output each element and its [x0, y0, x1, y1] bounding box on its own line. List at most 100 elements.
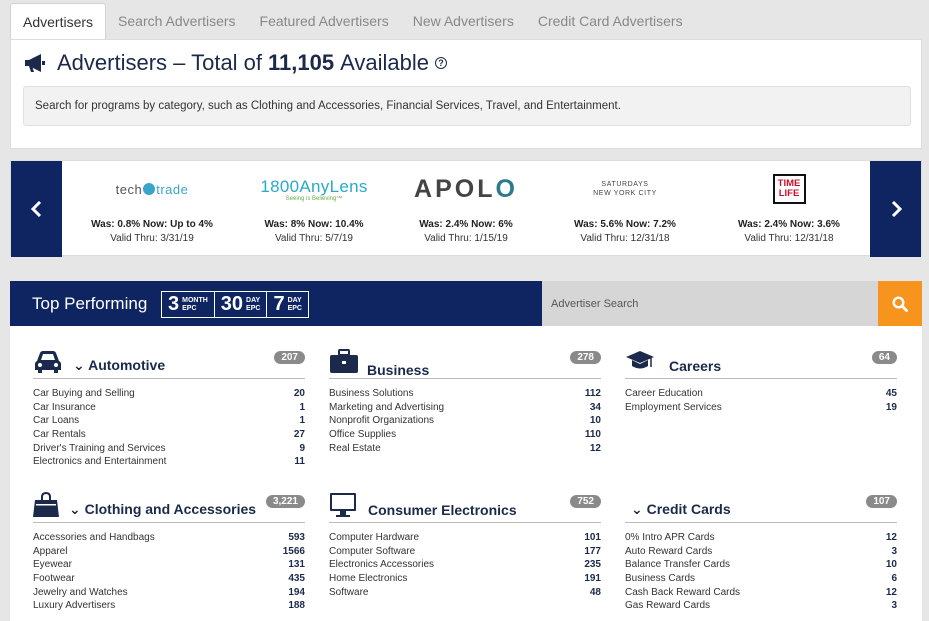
valid-thru: Valid Thru: 1/15/19 [424, 233, 508, 244]
shopping-bag-icon [33, 492, 59, 517]
logo-saturdays: SATURDAYS NEW YORK CITY [593, 181, 657, 197]
category-name[interactable]: Consumer Electronics [368, 502, 517, 518]
subcategory-row[interactable]: Footwear 435 [33, 573, 305, 587]
category-clothing-and-accessories: ⌄ Clothing and Accessories 3,221 Accesso… [33, 492, 305, 614]
subcategory-row[interactable]: Employment Services 19 [625, 402, 897, 416]
carousel-card-saturdays[interactable]: SATURDAYS NEW YORK CITY Was: 5.6% Now: 7.… [550, 161, 700, 257]
subcategory-row[interactable]: Computer Software 177 [329, 546, 601, 560]
subcategory-row[interactable]: Electronics and Entertainment 11 [33, 456, 305, 470]
carousel-card-timelife[interactable]: TIME LIFE Was: 2.4% Now: 3.6% Valid Thru:… [714, 161, 864, 257]
count-badge: 107 [866, 495, 897, 508]
subcategory-row[interactable]: Nonprofit Organizations 10 [329, 415, 601, 429]
tab-credit-card-advertisers[interactable]: Credit Card Advertisers [526, 3, 695, 39]
subcategory-row[interactable]: Marketing and Advertising 34 [329, 402, 601, 416]
subcategory-row[interactable]: Car Insurance 1 [33, 402, 305, 416]
epc-7-day-button[interactable]: 7 DAY EPC [267, 292, 308, 317]
epc-period-selector: 3 MONTH EPC 30 DAY EPC 7 DAY EPC [161, 291, 309, 318]
page-title: Advertisers – Total of 11,105 Available … [23, 50, 447, 76]
count-badge: 752 [570, 495, 601, 508]
tab-advertisers[interactable]: Advertisers [10, 3, 107, 39]
epc-30-day-button[interactable]: 30 DAY EPC [215, 292, 268, 317]
subcategory-row[interactable]: Car Rentals 27 [33, 429, 305, 443]
carousel-card-apollo[interactable]: APOLO Was: 2.4% Now: 6% Valid Thru: 1/15… [391, 161, 541, 257]
subcategory-row[interactable]: Electronics Accessories 235 [329, 559, 601, 573]
search-button[interactable] [878, 281, 922, 326]
epc-3-month-button[interactable]: 3 MONTH EPC [162, 292, 215, 317]
logo-1800anylens: 1800AnyLens Seeing is Believing™ [260, 176, 368, 202]
category-automotive: ⌄ Automotive 207 Car Buying and Selling 2… [33, 349, 305, 470]
carousel-card-1800anylens[interactable]: 1800AnyLens Seeing is Believing™ Was: 8% … [239, 161, 389, 257]
category-panel: ⌄ Automotive 207 Car Buying and Selling 2… [10, 326, 922, 621]
subcategory-row[interactable]: Cash Back Reward Cards 12 [625, 587, 897, 601]
carousel-prev-button[interactable] [11, 161, 62, 257]
subcategory-row[interactable]: Business Solutions 112 [329, 388, 601, 402]
title-suffix: Available [340, 50, 429, 75]
header-panel: Advertisers – Total of 11,105 Available … [10, 39, 922, 149]
graduation-cap-icon [626, 351, 654, 369]
advertiser-search-input[interactable] [542, 281, 878, 326]
category-consumer-electronics: Consumer Electronics 752 Computer Hardwa… [329, 493, 601, 600]
subcategory-row[interactable]: Software 48 [329, 587, 601, 601]
valid-thru: Valid Thru: 12/31/18 [580, 233, 670, 244]
offer-text: Was: 2.4% Now: 3.6% [738, 219, 840, 230]
category-name[interactable]: Business [367, 362, 429, 378]
logo-techtrade: tech trade [115, 181, 189, 197]
offer-text: Was: 0.8% Now: Up to 4% [91, 219, 213, 230]
megaphone-icon [25, 54, 45, 72]
subcategory-row[interactable]: Car Buying and Selling 20 [33, 388, 305, 402]
subcategory-row[interactable]: Luxury Advertisers 188 [33, 600, 305, 614]
subcategory-row[interactable]: Car Loans 1 [33, 415, 305, 429]
subcategory-row[interactable]: Jewelry and Watches 194 [33, 587, 305, 601]
featured-carousel: tech trade Was: 0.8% Now: Up to 4% Valid … [10, 160, 922, 257]
subcategory-row[interactable]: Apparel 1566 [33, 546, 305, 560]
subcategory-row[interactable]: Real Estate 12 [329, 443, 601, 457]
count-badge: 207 [274, 351, 305, 364]
search-icon [892, 295, 908, 312]
logo-apollo: APOLO [414, 174, 518, 203]
subcategory-row[interactable]: Business Cards 6 [625, 573, 897, 587]
subcategory-row[interactable]: Driver's Training and Services 9 [33, 443, 305, 457]
offer-text: Was: 8% Now: 10.4% [264, 219, 364, 230]
briefcase-icon [330, 349, 358, 373]
category-name[interactable]: ⌄ Automotive [73, 357, 165, 374]
category-name[interactable]: ⌄ Clothing and Accessories [69, 501, 256, 518]
count-badge: 278 [570, 351, 601, 364]
advertiser-total-count: 11,105 [268, 50, 335, 75]
subcategory-row[interactable]: Career Education 45 [625, 388, 897, 402]
category-business: Business 278 Business Solutions 112 Marke… [329, 349, 601, 456]
category-name[interactable]: ⌄ Credit Cards [631, 501, 731, 518]
chevron-right-icon [891, 201, 902, 217]
carousel-next-button[interactable] [870, 161, 921, 257]
logo-timelife: TIME LIFE [714, 161, 864, 217]
subcategory-row[interactable]: Computer Hardware 101 [329, 532, 601, 546]
subcategory-row[interactable]: Balance Transfer Cards 10 [625, 559, 897, 573]
offer-text: Was: 2.4% Now: 6% [419, 219, 513, 230]
valid-thru: Valid Thru: 5/7/19 [274, 233, 353, 244]
subcategory-row[interactable]: Auto Reward Cards 3 [625, 546, 897, 560]
help-icon[interactable]: ? [435, 57, 447, 69]
top-performing-bar: Top Performing 3 MONTH EPC 30 DAY EPC 7 DA… [10, 281, 922, 326]
subcategory-row[interactable]: Accessories and Handbags 593 [33, 532, 305, 546]
valid-thru: Valid Thru: 3/31/19 [110, 233, 194, 244]
car-icon [35, 351, 61, 373]
category-name[interactable]: Careers [669, 358, 721, 374]
title-prefix: Advertisers – Total of [57, 50, 263, 75]
category-careers: Careers 64 Career Education 45 Employment… [625, 349, 897, 415]
subcategory-row[interactable]: Eyewear 131 [33, 559, 305, 573]
category-credit-cards: ⌄ Credit Cards 107 0% Intro APR Cards 12 … [625, 493, 897, 614]
chevron-left-icon [30, 201, 41, 217]
tab-featured-advertisers[interactable]: Featured Advertisers [248, 3, 401, 39]
subcategory-row[interactable]: Home Electronics 191 [329, 573, 601, 587]
subcategory-row[interactable]: Office Supplies 110 [329, 429, 601, 443]
subcategory-row[interactable]: 0% Intro APR Cards 12 [625, 532, 897, 546]
subcategory-row[interactable]: Gas Reward Cards 3 [625, 600, 897, 614]
count-badge: 3,221 [265, 495, 305, 508]
offer-text: Was: 5.6% Now: 7.2% [574, 219, 676, 230]
top-performing-title: Top Performing [32, 293, 148, 313]
search-hint: Search for programs by category, such as… [23, 86, 911, 126]
carousel-card-techtrade[interactable]: tech trade Was: 0.8% Now: Up to 4% Valid … [77, 161, 227, 257]
tab-search-advertisers[interactable]: Search Advertisers [106, 3, 248, 39]
count-badge: 64 [871, 351, 897, 364]
advertiser-tabs: Advertisers Search Advertisers Featured … [10, 3, 695, 39]
tab-new-advertisers[interactable]: New Advertisers [401, 3, 526, 39]
